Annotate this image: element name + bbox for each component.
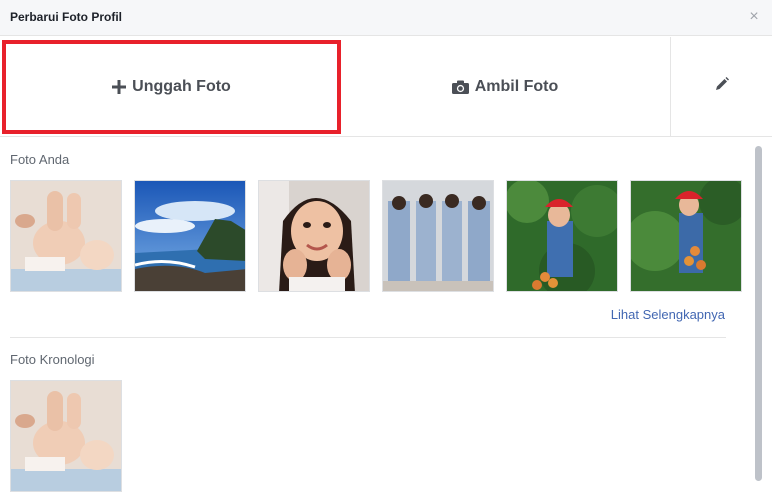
plus-icon xyxy=(112,80,127,94)
photo-thumbnail-selfie[interactable] xyxy=(258,180,370,292)
dialog-title: Perbarui Foto Profil xyxy=(10,10,123,24)
dialog-header: Perbarui Foto Profil × xyxy=(0,0,772,36)
photo-thumbnail-collage[interactable] xyxy=(382,180,494,292)
scrollbar-thumb[interactable] xyxy=(755,146,762,481)
upload-photo-button[interactable]: Unggah Foto xyxy=(2,40,341,134)
photo-thumbnail-tree-1[interactable] xyxy=(506,180,618,292)
section-divider xyxy=(10,337,726,338)
timeline-photo-thumbnail-baby[interactable] xyxy=(10,380,122,492)
timeline-photos-label: Foto Kronologi xyxy=(10,352,95,367)
your-photos-label: Foto Anda xyxy=(10,152,70,167)
camera-icon xyxy=(451,80,469,94)
edit-thumbnail-button[interactable] xyxy=(670,37,772,136)
photo-thumbnail-baby[interactable] xyxy=(10,180,122,292)
upload-photo-label: Unggah Foto xyxy=(132,78,231,95)
take-photo-label: Ambil Foto xyxy=(474,77,559,95)
pencil-icon xyxy=(714,76,729,97)
update-profile-photo-dialog: Perbarui Foto Profil × Unggah Foto Ambil… xyxy=(0,0,772,498)
close-icon[interactable]: × xyxy=(744,8,764,28)
see-more-link[interactable]: Lihat Selengkapnya xyxy=(611,307,725,322)
take-photo-button[interactable]: Ambil Foto xyxy=(341,37,669,136)
photo-thumbnail-sea[interactable] xyxy=(134,180,246,292)
photo-thumbnail-tree-2[interactable] xyxy=(630,180,742,292)
photo-actions-bar: Unggah Foto Ambil Foto xyxy=(0,37,772,137)
